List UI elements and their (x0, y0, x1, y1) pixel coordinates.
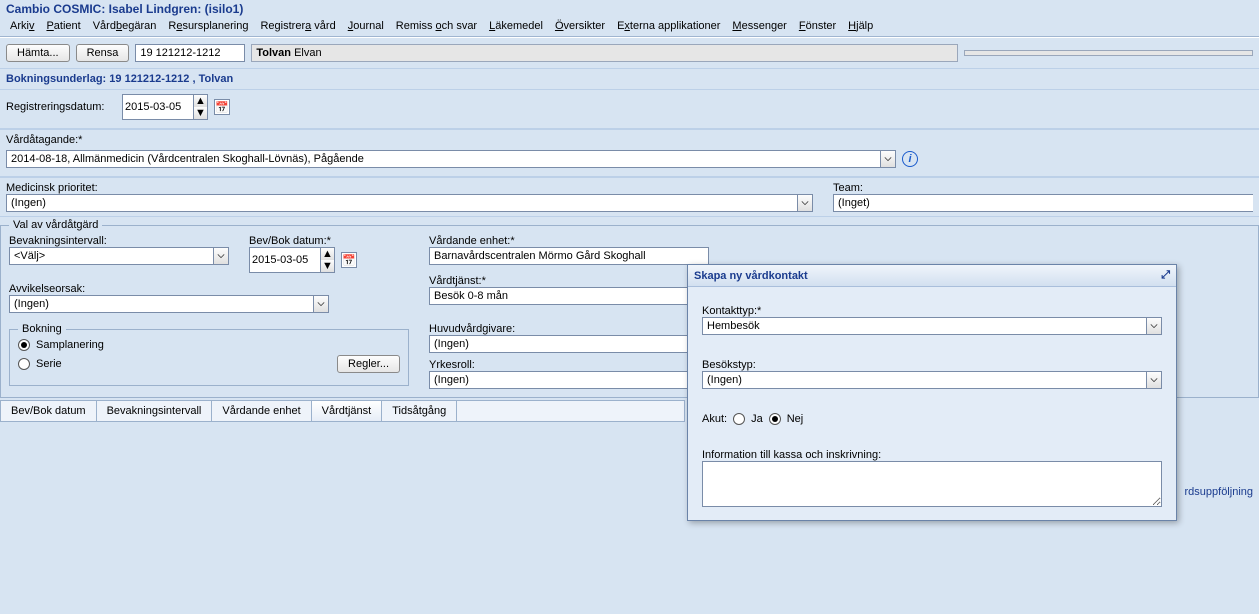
menu-remiss[interactable]: Remiss och svar (396, 20, 477, 32)
samplanering-radio[interactable] (18, 339, 30, 351)
team-combo[interactable] (833, 194, 1253, 212)
tab-vardtjanst[interactable]: Vårdtjänst (312, 401, 383, 421)
registreringsdatum-input[interactable] (122, 94, 194, 120)
avvikelseorsak-label: Avvikelseorsak: (9, 283, 409, 295)
regler-button[interactable]: Regler... (337, 355, 400, 373)
chevron-down-icon[interactable] (313, 295, 329, 313)
team-label: Team: (833, 182, 1253, 194)
akut-nej-label: Nej (787, 413, 804, 425)
chevron-down-icon[interactable] (880, 150, 896, 168)
vardatagande-label: Vårdåtagande:* (6, 134, 96, 146)
menu-resursplanering[interactable]: Resursplanering (168, 20, 248, 32)
kontakttyp-label: Kontakttyp:* (702, 305, 1162, 317)
chevron-down-icon[interactable] (797, 194, 813, 212)
date-spinner[interactable]: ▲▼ (194, 94, 208, 120)
huvudvardgivare-input[interactable] (429, 335, 709, 353)
calendar-icon[interactable]: 📅 (341, 252, 357, 268)
fieldset-legend: Val av vårdåtgärd (9, 219, 102, 231)
tab-bevakningsintervall[interactable]: Bevakningsintervall (97, 401, 213, 421)
akut-ja-radio[interactable] (733, 413, 745, 425)
chevron-down-icon[interactable] (213, 247, 229, 265)
menu-lakemedel[interactable]: Läkemedel (489, 20, 543, 32)
chevron-down-icon[interactable] (1146, 317, 1162, 335)
akut-label: Akut: (702, 413, 727, 425)
serie-radio[interactable] (18, 358, 30, 370)
akut-nej-radio[interactable] (769, 413, 781, 425)
personnummer-field[interactable]: 19 121212-1212 (135, 44, 245, 62)
vardatagande-combo[interactable] (6, 150, 880, 168)
calendar-icon[interactable]: 📅 (214, 99, 230, 115)
menu-registrera-vard[interactable]: Registrera vård (260, 20, 335, 32)
popup-title: Skapa ny vårdkontakt (694, 270, 808, 282)
bevakningsintervall-label: Bevakningsintervall: (9, 235, 229, 247)
patient-name-field: Tolvan Elvan (251, 44, 958, 62)
info-kassa-textarea[interactable] (702, 461, 1162, 507)
vardtjanst-input[interactable] (429, 287, 709, 305)
menubar: Arkiv Patient Vårdbegäran Resursplanerin… (0, 18, 1259, 37)
menu-messenger[interactable]: Messenger (732, 20, 786, 32)
menu-vardbegaran[interactable]: Vårdbegäran (93, 20, 157, 32)
tab-vardande-enhet[interactable]: Vårdande enhet (212, 401, 311, 421)
menu-journal[interactable]: Journal (348, 20, 384, 32)
date-spinner[interactable]: ▲▼ (321, 247, 335, 273)
menu-hjalp[interactable]: Hjälp (848, 20, 873, 32)
menu-arkiv[interactable]: Arkiv (10, 20, 34, 32)
info-icon[interactable]: i (902, 151, 918, 167)
tab-tidsatgang[interactable]: Tidsåtgång (382, 401, 457, 421)
registreringsdatum-row: Registreringsdatum: ▲▼ 📅 (0, 89, 1259, 129)
bevbok-datum-input[interactable] (249, 247, 321, 273)
akut-ja-label: Ja (751, 413, 763, 425)
samplanering-label: Samplanering (36, 339, 104, 351)
huvudvardgivare-label: Huvudvårdgivare: (429, 323, 709, 335)
besokstyp-label: Besökstyp: (702, 359, 1162, 371)
tab-bevbok-datum[interactable]: Bev/Bok datum (1, 401, 97, 421)
vardande-enhet-input[interactable] (429, 247, 709, 265)
medicinsk-prioritet-combo[interactable] (6, 194, 797, 212)
avvikelseorsak-combo[interactable] (9, 295, 313, 313)
serie-label: Serie (36, 358, 62, 370)
chevron-down-icon[interactable] (1146, 371, 1162, 389)
patient-toolbar: Hämta... Rensa 19 121212-1212 Tolvan Elv… (0, 37, 1259, 68)
menu-oversikter[interactable]: Översikter (555, 20, 605, 32)
bokning-legend: Bokning (18, 323, 66, 335)
result-tabs: Bev/Bok datum Bevakningsintervall Vårdan… (0, 400, 685, 422)
popup-expand-icon[interactable]: ⤢ (1161, 269, 1170, 282)
yrkesroll-label: Yrkesroll: (429, 359, 709, 371)
rensa-button[interactable]: Rensa (76, 44, 130, 62)
menu-patient[interactable]: Patient (46, 20, 80, 32)
bevbok-datum-label: Bev/Bok datum:* (249, 235, 409, 247)
bevakningsintervall-combo[interactable] (9, 247, 213, 265)
cut-off-text: rdsuppföljning (1179, 482, 1259, 502)
patient-extra-field (964, 50, 1253, 56)
menu-externa[interactable]: Externa applikationer (617, 20, 720, 32)
yrkesroll-input[interactable] (429, 371, 709, 389)
menu-fonster[interactable]: Fönster (799, 20, 836, 32)
info-kassa-label: Information till kassa och inskrivning: (702, 449, 1162, 461)
vardatagande-row: Vårdåtagande:* i (0, 129, 1259, 177)
kontakttyp-combo[interactable] (702, 317, 1146, 335)
medicinsk-prioritet-label: Medicinsk prioritet: (6, 182, 813, 194)
registreringsdatum-label: Registreringsdatum: (6, 101, 116, 113)
vardtjanst-label: Vårdtjänst:* (429, 275, 709, 287)
medprio-team-row: Medicinsk prioritet: Team: (0, 177, 1259, 217)
section-title: Bokningsunderlag: 19 121212-1212 , Tolva… (0, 68, 1259, 89)
bokning-fieldset: Bokning Samplanering Serie Regler... (9, 323, 409, 386)
besokstyp-combo[interactable] (702, 371, 1146, 389)
hamta-button[interactable]: Hämta... (6, 44, 70, 62)
vardande-enhet-label: Vårdande enhet:* (429, 235, 709, 247)
skapa-vardkontakt-popup: Skapa ny vårdkontakt ⤢ Kontakttyp:* Besö… (687, 264, 1177, 521)
window-title: Cambio COSMIC: Isabel Lindgren: (isilo1) (0, 0, 1259, 18)
